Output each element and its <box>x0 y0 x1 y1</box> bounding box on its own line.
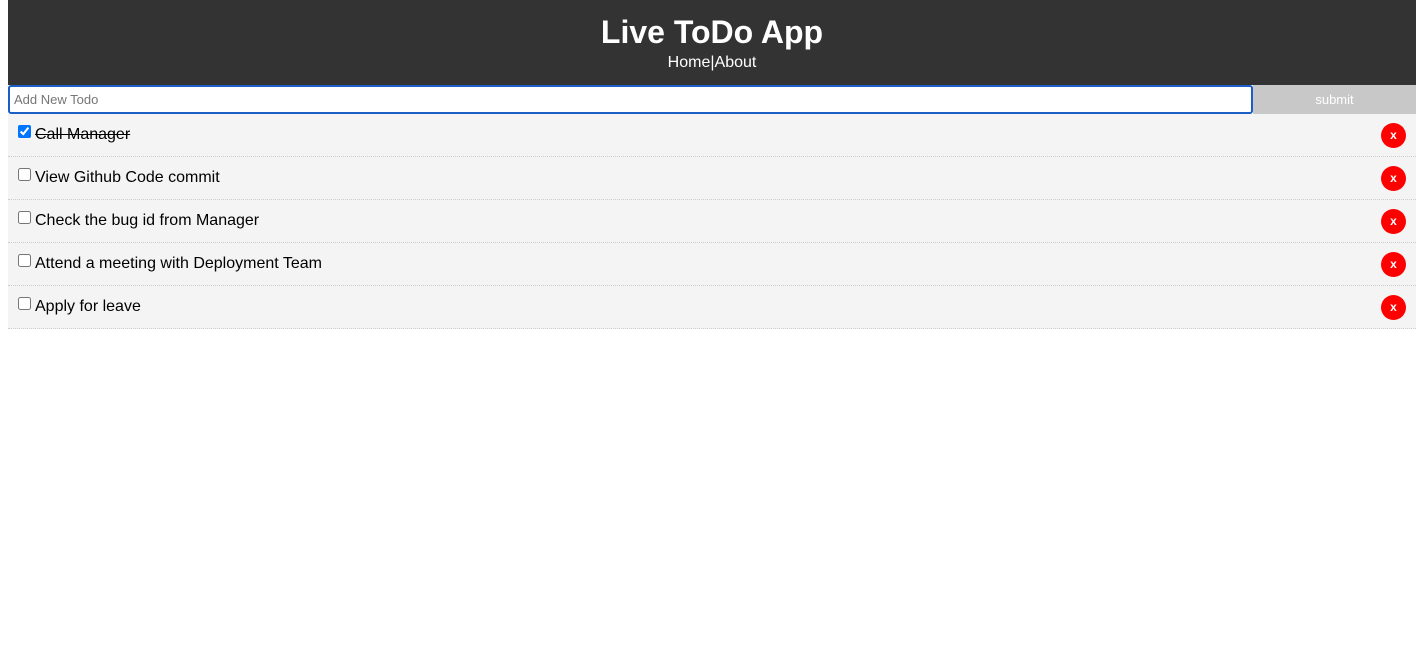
todo-app: Live ToDo App Home|About submit Call Man… <box>8 0 1416 329</box>
nav-bar: Home|About <box>8 54 1416 72</box>
todo-item: Call Manager x <box>8 114 1416 157</box>
todo-checkbox[interactable] <box>18 253 31 267</box>
todo-title: Apply for leave <box>35 298 141 315</box>
todo-list: Call Manager x View Github Code commit x… <box>8 114 1416 329</box>
add-todo-input[interactable] <box>8 85 1253 114</box>
todo-title: Check the bug id from Manager <box>35 212 260 229</box>
nav-link-home[interactable]: Home <box>668 54 711 71</box>
nav-link-about[interactable]: About <box>715 54 757 71</box>
todo-title: View Github Code commit <box>35 169 220 186</box>
delete-todo-button[interactable]: x <box>1381 209 1406 234</box>
todo-title: Call Manager <box>35 126 131 143</box>
todo-title: Attend a meeting with Deployment Team <box>35 255 322 272</box>
delete-todo-button[interactable]: x <box>1381 123 1406 148</box>
todo-item: Check the bug id from Manager x <box>8 200 1416 243</box>
todo-item: Attend a meeting with Deployment Team x <box>8 243 1416 286</box>
app-title: Live ToDo App <box>600 14 824 50</box>
todo-checkbox[interactable] <box>18 210 31 224</box>
submit-button[interactable]: submit <box>1253 85 1416 114</box>
todo-item: View Github Code commit x <box>8 157 1416 200</box>
delete-todo-button[interactable]: x <box>1381 252 1406 277</box>
todo-checkbox[interactable] <box>18 167 31 181</box>
app-header: Live ToDo App Home|About <box>8 0 1416 85</box>
todo-checkbox[interactable] <box>18 124 31 138</box>
todo-item: Apply for leave x <box>8 286 1416 329</box>
delete-todo-button[interactable]: x <box>1381 166 1406 191</box>
todo-checkbox[interactable] <box>18 296 31 310</box>
delete-todo-button[interactable]: x <box>1381 295 1406 320</box>
add-todo-form: submit <box>8 85 1416 114</box>
